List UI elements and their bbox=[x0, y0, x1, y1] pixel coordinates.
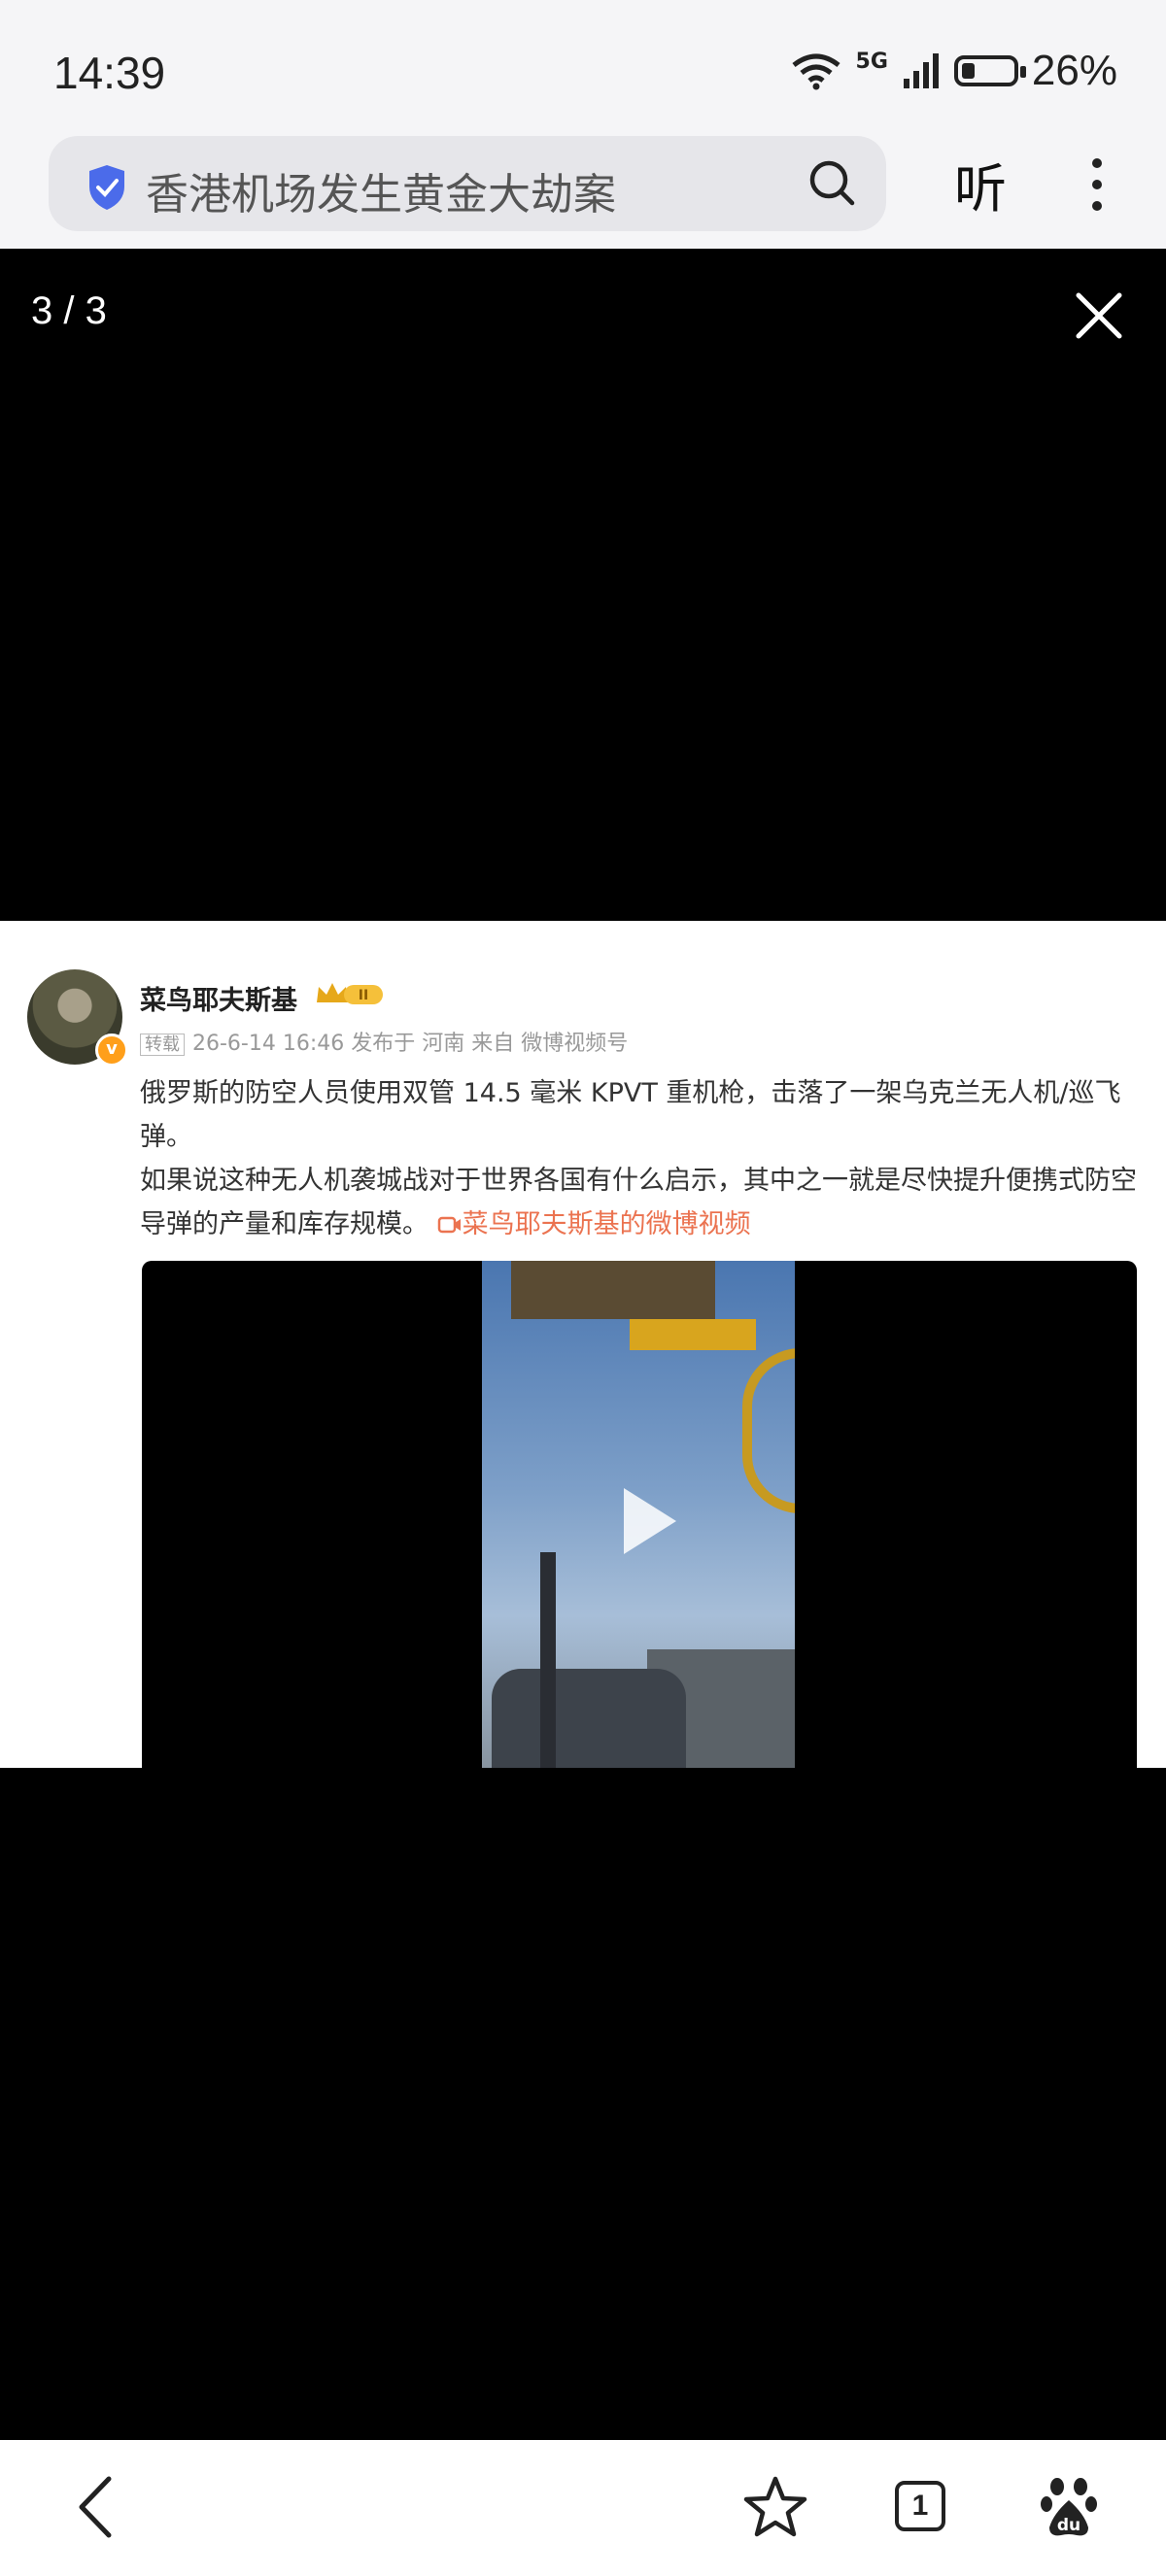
post-image: v 菜鸟耶夫斯基 II 转载 26-6-14 16:46 发布于 河南 来自 微博… bbox=[0, 921, 1166, 1768]
more-menu-icon[interactable] bbox=[1082, 155, 1112, 214]
video-link-label[interactable]: 菜鸟耶夫斯基的微博视频 bbox=[463, 1209, 751, 1239]
verified-badge-icon: v bbox=[95, 1034, 128, 1067]
video-scene-element bbox=[492, 1669, 686, 1768]
listen-button[interactable]: 听 bbox=[954, 146, 1007, 222]
video-scene-element bbox=[540, 1552, 556, 1768]
post-meta-text: 26-6-14 16:46 发布于 河南 来自 微博视频号 bbox=[192, 1032, 629, 1056]
status-icons: 5G 26% bbox=[790, 47, 1117, 95]
battery-percent: 26% bbox=[1031, 47, 1117, 94]
post-meta: 转载 26-6-14 16:46 发布于 河南 来自 微博视频号 bbox=[140, 1026, 628, 1057]
crown-level-icon: II bbox=[317, 983, 383, 1004]
status-bar: 14:39 5G 26% bbox=[0, 0, 1166, 132]
search-bar[interactable]: 香港机场发生黄金大劫案 bbox=[49, 136, 886, 231]
video-scene-element bbox=[511, 1261, 715, 1319]
signal-icon bbox=[903, 53, 939, 88]
author-name[interactable]: 菜鸟耶夫斯基 bbox=[140, 979, 297, 1017]
network-type: 5G bbox=[855, 49, 888, 74]
battery-fill bbox=[961, 63, 975, 79]
repost-tag: 转载 bbox=[140, 1034, 185, 1056]
svg-text:du: du bbox=[1057, 2516, 1080, 2535]
search-icon[interactable] bbox=[806, 157, 857, 208]
video-player[interactable] bbox=[142, 1261, 1137, 1768]
search-query[interactable]: 香港机场发生黄金大劫案 bbox=[146, 159, 616, 221]
battery-icon bbox=[953, 55, 1026, 86]
close-icon[interactable] bbox=[1075, 291, 1123, 340]
badge-level: II bbox=[359, 988, 368, 1003]
star-icon[interactable] bbox=[742, 2475, 808, 2539]
status-time: 14:39 bbox=[53, 48, 166, 98]
video-scene-element bbox=[742, 1348, 795, 1513]
post-text-line2-wrap: 如果说这种无人机袭城战对于世界各国有什么启示，其中之一就是尽快提升便携式防空导弹… bbox=[140, 1159, 1141, 1246]
image-counter: 3 / 3 bbox=[31, 289, 107, 332]
video-link[interactable]: 菜鸟耶夫斯基的微博视频 bbox=[437, 1209, 751, 1239]
bottom-navigation: 1 du bbox=[0, 2440, 1166, 2576]
video-scene-element bbox=[630, 1319, 756, 1350]
back-icon[interactable] bbox=[74, 2475, 117, 2539]
shield-icon bbox=[89, 165, 124, 210]
play-icon[interactable] bbox=[614, 1482, 682, 1560]
tabs-button[interactable]: 1 bbox=[895, 2481, 945, 2531]
post-text-line1: 俄罗斯的防空人员使用双管 14.5 毫米 KPVT 重机枪，击落了一架乌克兰无人… bbox=[140, 1078, 1121, 1152]
video-camera-icon bbox=[437, 1216, 461, 1234]
post-body: 俄罗斯的防空人员使用双管 14.5 毫米 KPVT 重机枪，击落了一架乌克兰无人… bbox=[140, 1071, 1141, 1246]
wifi-icon bbox=[792, 53, 840, 90]
baidu-paw-icon[interactable]: du bbox=[1040, 2475, 1098, 2539]
